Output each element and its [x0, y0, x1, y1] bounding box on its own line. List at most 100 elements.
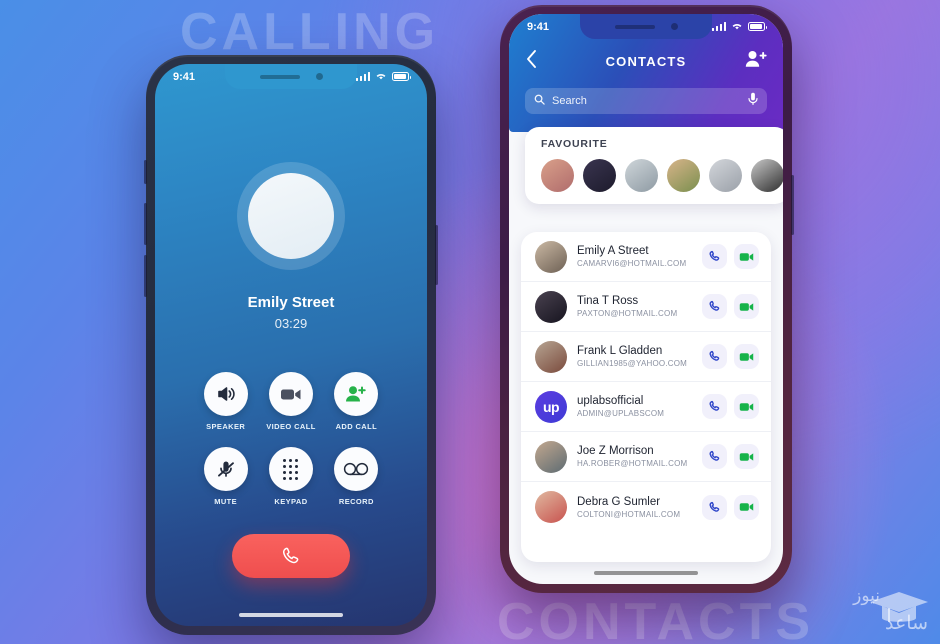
home-indicator-right[interactable] — [594, 571, 698, 575]
site-logo: نیوز ساعد — [812, 586, 932, 640]
contacts-header: 9:41 CONTACTS Search — [509, 14, 783, 132]
call-button[interactable] — [702, 344, 727, 369]
contact-row[interactable]: up uplabsofficial ADMIN@UPLABSCOM — [521, 382, 771, 432]
mute-button[interactable]: MUTE — [203, 447, 248, 506]
contact-email: HA.ROBER@HOTMAIL.COM — [577, 459, 688, 468]
video-camera-icon — [268, 372, 313, 416]
speaker-button[interactable]: SPEAKER — [203, 372, 248, 431]
contact-text: Tina T Ross PAXTON@HOTMAIL.COM — [577, 294, 692, 319]
call-controls-grid: SPEAKER VIDEO CALL ADD CALL MUTE KEYPAD … — [155, 372, 427, 506]
battery-icon — [392, 72, 411, 81]
favourite-avatar-6[interactable] — [751, 159, 783, 192]
favourite-avatar-list — [541, 159, 783, 192]
video-call-button[interactable] — [734, 294, 759, 319]
call-duration: 03:29 — [274, 316, 308, 331]
search-input[interactable]: Search — [525, 88, 767, 114]
volume-up-button[interactable] — [144, 203, 147, 245]
record-label: RECORD — [338, 497, 374, 506]
contact-actions — [702, 494, 759, 520]
contact-avatar — [535, 340, 567, 373]
call-button[interactable] — [702, 494, 727, 520]
contact-name: Emily A Street — [577, 245, 649, 257]
power-button[interactable] — [435, 225, 438, 285]
add-person-icon — [334, 372, 379, 416]
contact-row[interactable]: Debra G Sumler COLTONI@HOTMAIL.COM — [521, 482, 771, 532]
silence-switch[interactable] — [144, 160, 147, 184]
logo-text-line2: ساعد — [884, 613, 928, 634]
video-call-button[interactable]: VIDEO CALL — [266, 372, 315, 431]
favourite-avatar-2[interactable] — [583, 159, 616, 192]
contacts-title-row: CONTACTS — [509, 46, 783, 76]
speaker-label: SPEAKER — [206, 422, 246, 431]
contact-list: Emily A Street CAMARVI6@HOTMAIL.COM Tina T… — [521, 232, 771, 562]
record-button[interactable]: RECORD — [334, 447, 379, 506]
watermark-contacts: CONTACTS — [497, 593, 815, 644]
contact-row[interactable]: Emily A Street CAMARVI6@HOTMAIL.COM — [521, 232, 771, 282]
contact-row[interactable]: Joe Z Morrison HA.ROBER@HOTMAIL.COM — [521, 432, 771, 482]
contact-avatar — [535, 240, 567, 273]
speaker-icon — [203, 372, 248, 416]
end-call-button[interactable] — [232, 534, 350, 578]
home-indicator-left[interactable] — [239, 613, 343, 617]
volume-down-button[interactable] — [144, 255, 147, 297]
status-bar-right: 9:41 — [509, 14, 783, 39]
microphone-icon[interactable] — [748, 92, 758, 111]
call-button[interactable] — [702, 244, 727, 269]
add-call-button[interactable]: ADD CALL — [334, 372, 379, 431]
video-call-button[interactable] — [734, 244, 759, 269]
chevron-left-icon[interactable] — [525, 49, 538, 74]
contact-actions — [702, 294, 759, 319]
status-time-right: 9:41 — [527, 20, 550, 33]
contact-name: Debra G Sumler — [577, 495, 661, 508]
contact-actions — [702, 444, 759, 469]
contact-text: Emily A Street CAMARVI6@HOTMAIL.COM — [577, 244, 692, 269]
status-bar-left: 9:41 — [155, 64, 427, 89]
favourite-avatar-4[interactable] — [667, 159, 700, 192]
contact-actions — [702, 394, 759, 419]
favourite-avatar-5[interactable] — [709, 159, 742, 192]
contact-name: Frank L Gladden — [577, 345, 663, 357]
phone-device-contacts: 9:41 CONTACTS Search FAVOURITE Emily A S… — [500, 5, 794, 593]
contacts-screen: 9:41 CONTACTS Search FAVOURITE Emily A S… — [509, 14, 783, 584]
add-person-icon[interactable] — [745, 50, 767, 73]
contact-row[interactable]: Frank L Gladden GILLIAN1985@YAHOO.COM — [521, 332, 771, 382]
search-icon — [534, 92, 545, 110]
phone-device-calling: 9:41 Emily Street 03:29 SPEAKER VIDEO CA… — [144, 55, 438, 635]
caller-avatar — [237, 162, 345, 270]
contact-email: PAXTON@HOTMAIL.COM — [577, 309, 678, 318]
call-button[interactable] — [702, 394, 727, 419]
contact-name: Tina T Ross — [577, 295, 639, 307]
favourite-avatar-1[interactable] — [541, 159, 574, 192]
video-call-button[interactable] — [734, 444, 759, 469]
contact-avatar — [535, 440, 567, 473]
mute-label: MUTE — [214, 497, 238, 506]
calling-screen: 9:41 Emily Street 03:29 SPEAKER VIDEO CA… — [155, 64, 427, 626]
contact-row[interactable]: Tina T Ross PAXTON@HOTMAIL.COM — [521, 282, 771, 332]
contact-name: Joe Z Morrison — [577, 445, 654, 457]
favourite-avatar-3[interactable] — [625, 159, 658, 192]
contact-avatar — [535, 290, 567, 323]
video-call-button[interactable] — [734, 394, 759, 419]
keypad-label: KEYPAD — [274, 497, 308, 506]
battery-icon-right — [748, 22, 767, 31]
contact-email: GILLIAN1985@YAHOO.COM — [577, 359, 687, 368]
wifi-icon-right — [731, 21, 743, 33]
video-call-button[interactable] — [734, 344, 759, 369]
video-call-button[interactable] — [734, 494, 759, 520]
cellular-signal-icon-right — [711, 22, 726, 31]
favourite-card: FAVOURITE — [525, 127, 783, 204]
page-title: CONTACTS — [605, 53, 687, 69]
contact-email: COLTONI@HOTMAIL.COM — [577, 509, 681, 519]
keypad-button[interactable]: KEYPAD — [268, 447, 313, 506]
contact-name: uplabsofficial — [577, 395, 644, 407]
contact-text: Frank L Gladden GILLIAN1985@YAHOO.COM — [577, 344, 692, 369]
mute-microphone-icon — [203, 447, 248, 491]
caller-name: Emily Street — [247, 294, 335, 311]
contact-text: Debra G Sumler COLTONI@HOTMAIL.COM — [577, 495, 692, 520]
contact-text: uplabsofficial ADMIN@UPLABSCOM — [577, 394, 692, 419]
favourite-title: FAVOURITE — [541, 138, 608, 150]
call-button[interactable] — [702, 444, 727, 469]
power-button-right[interactable] — [791, 175, 794, 235]
contact-email: ADMIN@UPLABSCOM — [577, 409, 665, 418]
call-button[interactable] — [702, 294, 727, 319]
